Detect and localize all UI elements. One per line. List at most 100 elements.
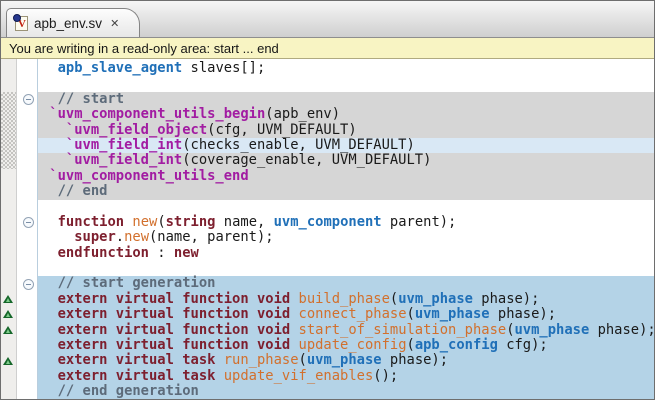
code-line[interactable]: extern virtual function void connect_pha… xyxy=(38,306,654,323)
code-line[interactable] xyxy=(38,261,654,277)
code-token: phase); xyxy=(489,306,557,323)
code-token: (cfg, UVM_DEFAULT) xyxy=(207,121,357,138)
code-token: : xyxy=(148,244,174,261)
code-token: // end generation xyxy=(41,383,199,399)
code-line[interactable]: function new(string name, uvm_component … xyxy=(38,213,654,231)
code-line[interactable]: endfunction : new xyxy=(38,244,654,262)
code-token: ( xyxy=(406,337,415,354)
code-token: ( xyxy=(298,352,307,369)
code-line[interactable]: // end generation xyxy=(38,384,654,399)
code-token: extern virtual function void xyxy=(41,321,291,338)
code-line[interactable]: extern virtual function void update_conf… xyxy=(38,337,654,354)
code-line[interactable]: apb_slave_agent slaves[]; xyxy=(38,60,654,77)
file-icon-pin-dot xyxy=(13,13,21,22)
code-token: (checks_enable, UVM_DEFAULT) xyxy=(182,136,415,153)
code-token: new xyxy=(173,244,199,261)
code-token: cfg); xyxy=(497,337,548,354)
code-token: slaves[]; xyxy=(182,60,266,76)
code-token: connect_phase xyxy=(298,306,407,323)
code-line[interactable]: `uvm_component_utils_begin(apb_env) xyxy=(38,106,654,123)
code-line[interactable]: extern virtual task update_vif_enables()… xyxy=(38,367,654,385)
code-token: new xyxy=(124,229,149,246)
code-token: (apb_env) xyxy=(265,106,341,123)
code-line[interactable]: extern virtual function void build_phase… xyxy=(38,290,654,308)
code-token: extern virtual function void xyxy=(41,306,291,323)
fold-collapse-icon[interactable] xyxy=(23,217,34,228)
code-token: function xyxy=(41,213,125,230)
code-token: extern virtual function void xyxy=(41,337,291,354)
code-line[interactable]: // end xyxy=(38,183,654,200)
tab-close-icon[interactable]: ✕ xyxy=(110,17,119,30)
code-token: uvm_component xyxy=(273,213,382,230)
code-token: uvm_phase xyxy=(306,352,382,369)
code-line[interactable] xyxy=(38,76,654,92)
code-line[interactable]: super.new(name, parent); xyxy=(38,229,654,246)
code-token: uvm_phase xyxy=(398,290,473,307)
code-token: phase); xyxy=(589,321,654,338)
generated-code-marker-inner xyxy=(6,328,10,333)
code-token: ( xyxy=(157,213,166,230)
tab-bar: V apb_env.sv ✕ xyxy=(1,1,654,38)
code-token: apb_config xyxy=(414,337,498,354)
editor-area: apb_slave_agent slaves[]; // start `uvm_… xyxy=(1,59,654,399)
code-token: (); xyxy=(373,367,399,384)
fold-collapse-icon[interactable] xyxy=(23,278,34,290)
code-line[interactable]: extern virtual function void start_of_si… xyxy=(38,321,654,339)
generated-code-marker-inner xyxy=(6,313,10,318)
code-token: phase); xyxy=(381,352,449,369)
code-token: uvm_phase xyxy=(414,306,490,323)
code-token: `uvm_field_int xyxy=(41,136,183,153)
code-token: run_phase xyxy=(223,352,299,369)
code-token: name, xyxy=(215,213,274,230)
systemverilog-file-icon: V xyxy=(13,13,28,31)
code-token: start_of_simulation_phase xyxy=(298,321,507,338)
code-area[interactable]: apb_slave_agent slaves[]; // start `uvm_… xyxy=(38,59,654,399)
code-token: `uvm_field_object xyxy=(41,121,208,138)
readonly-region-marker xyxy=(1,91,16,169)
code-token: // start xyxy=(41,90,125,107)
readonly-warning-banner: You are writing in a read-only area: sta… xyxy=(1,38,654,59)
code-token: update_config xyxy=(298,337,407,354)
code-line[interactable]: `uvm_field_int(coverage_enable, UVM_DEFA… xyxy=(38,152,654,169)
code-token: extern virtual task xyxy=(41,352,216,369)
folding-ruler xyxy=(17,59,38,399)
generated-code-marker-inner xyxy=(6,298,10,302)
code-token: endfunction xyxy=(41,244,149,261)
code-token: new xyxy=(132,213,158,230)
readonly-warning-text: You are writing in a read-only area: sta… xyxy=(9,40,279,56)
code-token: // end xyxy=(41,183,108,200)
generated-code-marker-inner xyxy=(6,359,10,364)
tab-apb-env[interactable]: V apb_env.sv ✕ xyxy=(6,8,141,37)
code-token: extern virtual function void xyxy=(41,290,291,307)
code-line[interactable] xyxy=(38,199,654,215)
code-line[interactable]: `uvm_field_int(checks_enable, UVM_DEFAUL… xyxy=(38,136,654,154)
code-token: extern virtual task xyxy=(41,367,216,384)
code-token: (coverage_enable, UVM_DEFAULT) xyxy=(182,152,432,169)
code-token: // start generation xyxy=(41,275,216,292)
editor-window: V apb_env.sv ✕ You are writing in a read… xyxy=(0,0,655,400)
code-token: `uvm_component_utils_end xyxy=(41,167,249,184)
code-token: ( xyxy=(389,290,399,307)
code-token: . xyxy=(115,229,125,246)
code-line[interactable]: `uvm_field_object(cfg, UVM_DEFAULT) xyxy=(38,121,654,138)
code-token: update_vif_enables xyxy=(223,367,374,384)
code-token: super xyxy=(41,229,116,246)
code-token: build_phase xyxy=(298,290,390,307)
code-token: ( xyxy=(506,321,515,338)
code-token: uvm_phase xyxy=(514,321,590,338)
code-line[interactable]: // start generation xyxy=(38,275,654,292)
code-line[interactable]: // start xyxy=(38,90,654,108)
code-token: `uvm_field_int xyxy=(41,152,183,169)
code-token: phase); xyxy=(472,290,540,307)
code-line[interactable]: `uvm_component_utils_end xyxy=(38,167,654,185)
fold-collapse-icon[interactable] xyxy=(23,93,34,105)
code-token: parent); xyxy=(381,213,457,230)
code-token: `uvm_component_utils_begin xyxy=(41,106,266,123)
code-line[interactable]: extern virtual task run_phase(uvm_phase … xyxy=(38,352,654,369)
